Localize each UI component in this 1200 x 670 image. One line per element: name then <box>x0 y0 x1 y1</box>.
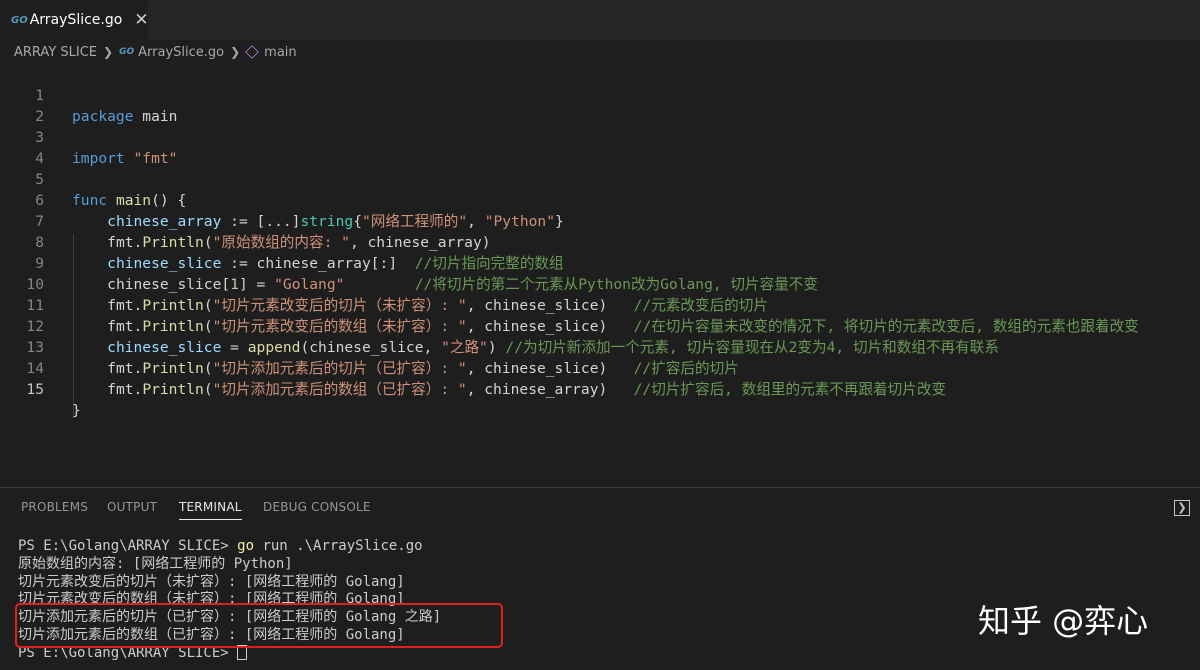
breadcrumb-symbol[interactable]: main <box>264 45 296 60</box>
tab-problems[interactable]: PROBLEMS <box>21 500 88 514</box>
chevron-right-icon: ❯ <box>230 45 241 59</box>
editor-tab-bar: GO ArraySlice.go ✕ <box>0 0 1200 40</box>
terminal-line: PS E:\Golang\ARRAY SLICE> go run .\Array… <box>18 538 441 556</box>
terminal-command-args: run .\ArraySlice.go <box>254 538 423 554</box>
function-cube-icon <box>245 45 259 59</box>
line-number: 15 <box>26 381 44 398</box>
code-line-8: 8 chinese_slice := chinese_array[:] //切片… <box>0 211 1200 272</box>
code-line-6: 6 chinese_array := [...]string{"网络工程师的",… <box>0 169 1200 230</box>
highlight-box <box>15 603 503 648</box>
panel-tabs: PROBLEMS OUTPUT TERMINAL DEBUG CONSOLE ❯ <box>0 488 1200 524</box>
code-line-3: 3 import "fmt" <box>0 106 1200 167</box>
code-line-9: 9 chinese_slice[1] = "Golang" //将切片的第二个元… <box>0 232 1200 293</box>
code-text: } <box>72 402 81 419</box>
terminal-line: 切片元素改变后的切片（未扩容）: [网络工程师的 Golang] <box>18 573 405 590</box>
code-line-13: 13 fmt.Println("切片添加元素后的切片（已扩容）: ", chin… <box>0 316 1200 377</box>
code-line-10: 10 fmt.Println("切片元素改变后的切片（未扩容）: ", chin… <box>0 253 1200 314</box>
code-line-5: 5 func main() { <box>0 148 1200 209</box>
chevron-right-icon: ❯ <box>103 45 114 59</box>
tab-debug-console[interactable]: DEBUG CONSOLE <box>263 500 371 514</box>
breadcrumb: ARRAY SLICE ❯ GO ArraySlice.go ❯ main <box>0 40 1200 64</box>
tab-output[interactable]: OUTPUT <box>107 500 157 514</box>
code-text: fmt. <box>107 381 143 398</box>
maximize-panel-icon[interactable]: ❯ <box>1174 500 1190 516</box>
code-line-2: 2 <box>0 85 1200 125</box>
watermark: 知乎 @弈心 <box>978 602 1149 640</box>
function-name: Println <box>142 381 204 398</box>
code-text: , chinese_array) <box>466 381 634 398</box>
code-line-11: 11 fmt.Println("切片元素改变后的数组（未扩容）: ", chin… <box>0 274 1200 335</box>
terminal-command: go <box>237 538 255 554</box>
go-file-icon: GO <box>11 14 28 26</box>
string-literal: "切片添加元素后的数组（已扩容）: " <box>212 381 467 398</box>
close-icon[interactable]: ✕ <box>134 11 148 29</box>
code-line-12: 12 chinese_slice = append(chinese_slice,… <box>0 295 1200 356</box>
code-line-15: 15 } <box>0 358 1200 419</box>
breadcrumb-folder[interactable]: ARRAY SLICE <box>14 45 97 60</box>
code-line-7: 7 fmt.Println("原始数组的内容: ", chinese_array… <box>0 190 1200 251</box>
code-line-14: 14 fmt.Println("切片添加元素后的数组（已扩容）: ", chin… <box>0 337 1200 398</box>
code-editor[interactable]: 1 package main 2 3 import "fmt" 4 5 func… <box>0 64 1200 419</box>
breadcrumb-file[interactable]: ArraySlice.go <box>138 45 224 60</box>
comment: //切片扩容后, 数组里的元素不再跟着切片改变 <box>633 381 947 398</box>
go-file-icon: GO <box>119 47 135 57</box>
code-line-1: 1 package main <box>0 64 1200 125</box>
terminal-prompt: PS E:\Golang\ARRAY SLICE> <box>18 538 238 554</box>
code-line-4: 4 <box>0 127 1200 167</box>
tab-label: ArraySlice.go <box>29 12 123 28</box>
terminal-line: 原始数组的内容: [网络工程师的 Python] <box>18 555 293 572</box>
tab-terminal[interactable]: TERMINAL <box>179 500 242 520</box>
code-text: ( <box>203 381 213 398</box>
tab-arrayslice-go[interactable]: GO ArraySlice.go ✕ <box>0 0 149 40</box>
